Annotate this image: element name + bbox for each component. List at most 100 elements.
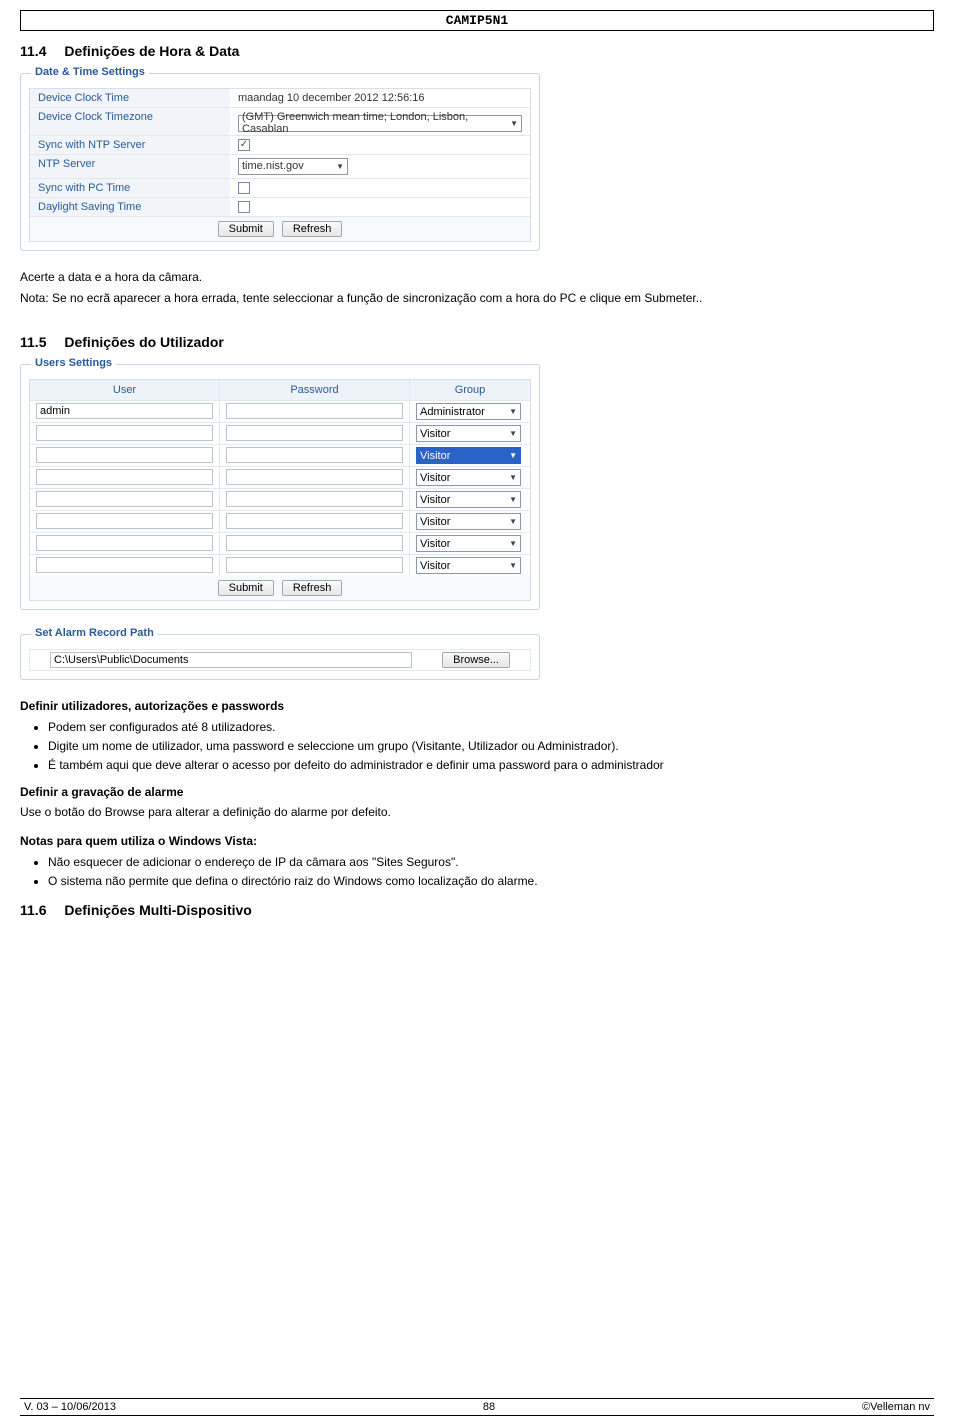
section-title: Definições de Hora & Data [64, 43, 239, 59]
browse-button[interactable]: Browse... [442, 652, 510, 668]
header-title: CAMIP5N1 [446, 13, 508, 28]
sync-ntp-checkbox[interactable] [238, 139, 250, 151]
body-text: Acerte a data e a hora da câmara. [20, 269, 934, 286]
table-row: Administrator ▼ [30, 401, 530, 423]
group-value: Visitor [420, 450, 450, 462]
group-select[interactable]: Visitor ▼ [416, 491, 521, 508]
group-value: Visitor [420, 560, 450, 572]
timezone-value: (GMT) Greenwich mean time; London, Lisbo… [242, 111, 504, 135]
group-value: Visitor [420, 538, 450, 550]
th-group: Group [410, 380, 530, 400]
footer-left: V. 03 – 10/06/2013 [20, 1401, 120, 1413]
table-row: Visitor▼ [30, 445, 530, 467]
list-item: Digite um nome de utilizador, uma passwo… [48, 738, 934, 755]
password-input[interactable] [226, 425, 403, 441]
chevron-down-icon: ▼ [509, 539, 517, 548]
chevron-down-icon: ▼ [509, 561, 517, 570]
section-11-6-heading: 11.6 Definições Multi-Dispositivo [20, 902, 934, 918]
group-value: Administrator [420, 406, 485, 418]
group-select[interactable]: Administrator ▼ [416, 403, 521, 420]
password-input[interactable] [226, 535, 403, 551]
chevron-down-icon: ▼ [336, 162, 344, 171]
user-input[interactable] [36, 447, 213, 463]
password-input[interactable] [226, 491, 403, 507]
dst-checkbox[interactable] [238, 201, 250, 213]
refresh-button[interactable]: Refresh [282, 221, 343, 237]
list-item: Podem ser configurados até 8 utilizadore… [48, 719, 934, 736]
user-input[interactable] [36, 491, 213, 507]
group-select[interactable]: Visitor▼ [416, 513, 521, 530]
group-select[interactable]: Visitor ▼ [416, 469, 521, 486]
th-password: Password [220, 380, 410, 400]
user-input[interactable] [36, 557, 213, 573]
section-number: 11.4 [20, 43, 46, 59]
submit-button[interactable]: Submit [218, 580, 274, 596]
row-label: Sync with NTP Server [30, 136, 230, 154]
refresh-button[interactable]: Refresh [282, 580, 343, 596]
section-11-5-heading: 11.5 Definições do Utilizador [20, 334, 934, 350]
row-label: Daylight Saving Time [30, 198, 230, 216]
device-clock-time-value: maandag 10 december 2012 12:56:16 [230, 89, 530, 107]
group-value: Visitor [420, 494, 450, 506]
user-input[interactable] [36, 469, 213, 485]
chevron-down-icon: ▼ [509, 407, 517, 416]
user-input[interactable] [36, 513, 213, 529]
sync-pc-checkbox[interactable] [238, 182, 250, 194]
page-footer: V. 03 – 10/06/2013 88 ©Velleman nv [20, 1398, 934, 1416]
table-row: Visitor ▼ [30, 555, 530, 576]
row-label: Device Clock Time [30, 89, 230, 107]
chevron-down-icon: ▼ [509, 473, 517, 482]
section-number: 11.6 [20, 902, 46, 918]
row-label: Device Clock Timezone [30, 108, 230, 135]
user-input[interactable] [36, 403, 213, 419]
th-user: User [30, 380, 220, 400]
table-row: Visitor ▼ [30, 489, 530, 511]
ntp-server-select[interactable]: time.nist.gov ▼ [238, 158, 348, 175]
panel-legend: Users Settings [31, 357, 116, 369]
table-row: Visitor▼ [30, 423, 530, 445]
body-text: Use o botão do Browse para alterar a def… [20, 804, 934, 821]
bullet-list: Podem ser configurados até 8 utilizadore… [20, 719, 934, 773]
document-header: CAMIP5N1 [20, 10, 934, 31]
footer-right: ©Velleman nv [858, 1401, 934, 1413]
ntp-server-value: time.nist.gov [242, 160, 304, 172]
body-text: Nota: Se no ecrã aparecer a hora errada,… [20, 290, 934, 307]
group-select[interactable]: Visitor ▼ [416, 535, 521, 552]
subheading: Notas para quem utiliza o Windows Vista: [20, 833, 934, 850]
password-input[interactable] [226, 513, 403, 529]
table-row: Visitor▼ [30, 511, 530, 533]
table-row: Visitor ▼ [30, 467, 530, 489]
group-select[interactable]: Visitor ▼ [416, 557, 521, 574]
user-input[interactable] [36, 425, 213, 441]
panel-legend: Set Alarm Record Path [31, 627, 158, 639]
group-value: Visitor [420, 472, 450, 484]
section-title: Definições do Utilizador [64, 334, 223, 350]
date-time-settings-panel: Date & Time Settings Device Clock Time m… [20, 73, 540, 251]
bullet-list: Não esquecer de adicionar o endereço de … [20, 854, 934, 890]
group-select[interactable]: Visitor▼ [416, 425, 521, 442]
list-item: É também aqui que deve alterar o acesso … [48, 757, 934, 774]
table-row: Visitor ▼ [30, 533, 530, 555]
section-11-4-heading: 11.4 Definições de Hora & Data [20, 43, 934, 59]
subheading: Definir utilizadores, autorizações e pas… [20, 698, 934, 715]
section-title: Definições Multi-Dispositivo [64, 902, 251, 918]
footer-center: 88 [479, 1401, 499, 1413]
section-number: 11.5 [20, 334, 46, 350]
users-settings-panel: Users Settings User Password Group Admin… [20, 364, 540, 610]
password-input[interactable] [226, 469, 403, 485]
timezone-select[interactable]: (GMT) Greenwich mean time; London, Lisbo… [238, 115, 522, 132]
group-value: Visitor [420, 428, 450, 440]
alarm-record-path-panel: Set Alarm Record Path Browse... [20, 634, 540, 680]
password-input[interactable] [226, 447, 403, 463]
alarm-path-input[interactable] [50, 652, 412, 668]
user-input[interactable] [36, 535, 213, 551]
subheading: Definir a gravação de alarme [20, 784, 934, 801]
password-input[interactable] [226, 557, 403, 573]
row-label: Sync with PC Time [30, 179, 230, 197]
group-select[interactable]: Visitor▼ [416, 447, 521, 464]
submit-button[interactable]: Submit [218, 221, 274, 237]
chevron-down-icon: ▼ [509, 495, 517, 504]
password-input[interactable] [226, 403, 403, 419]
list-item: Não esquecer de adicionar o endereço de … [48, 854, 934, 871]
panel-legend: Date & Time Settings [31, 66, 149, 78]
